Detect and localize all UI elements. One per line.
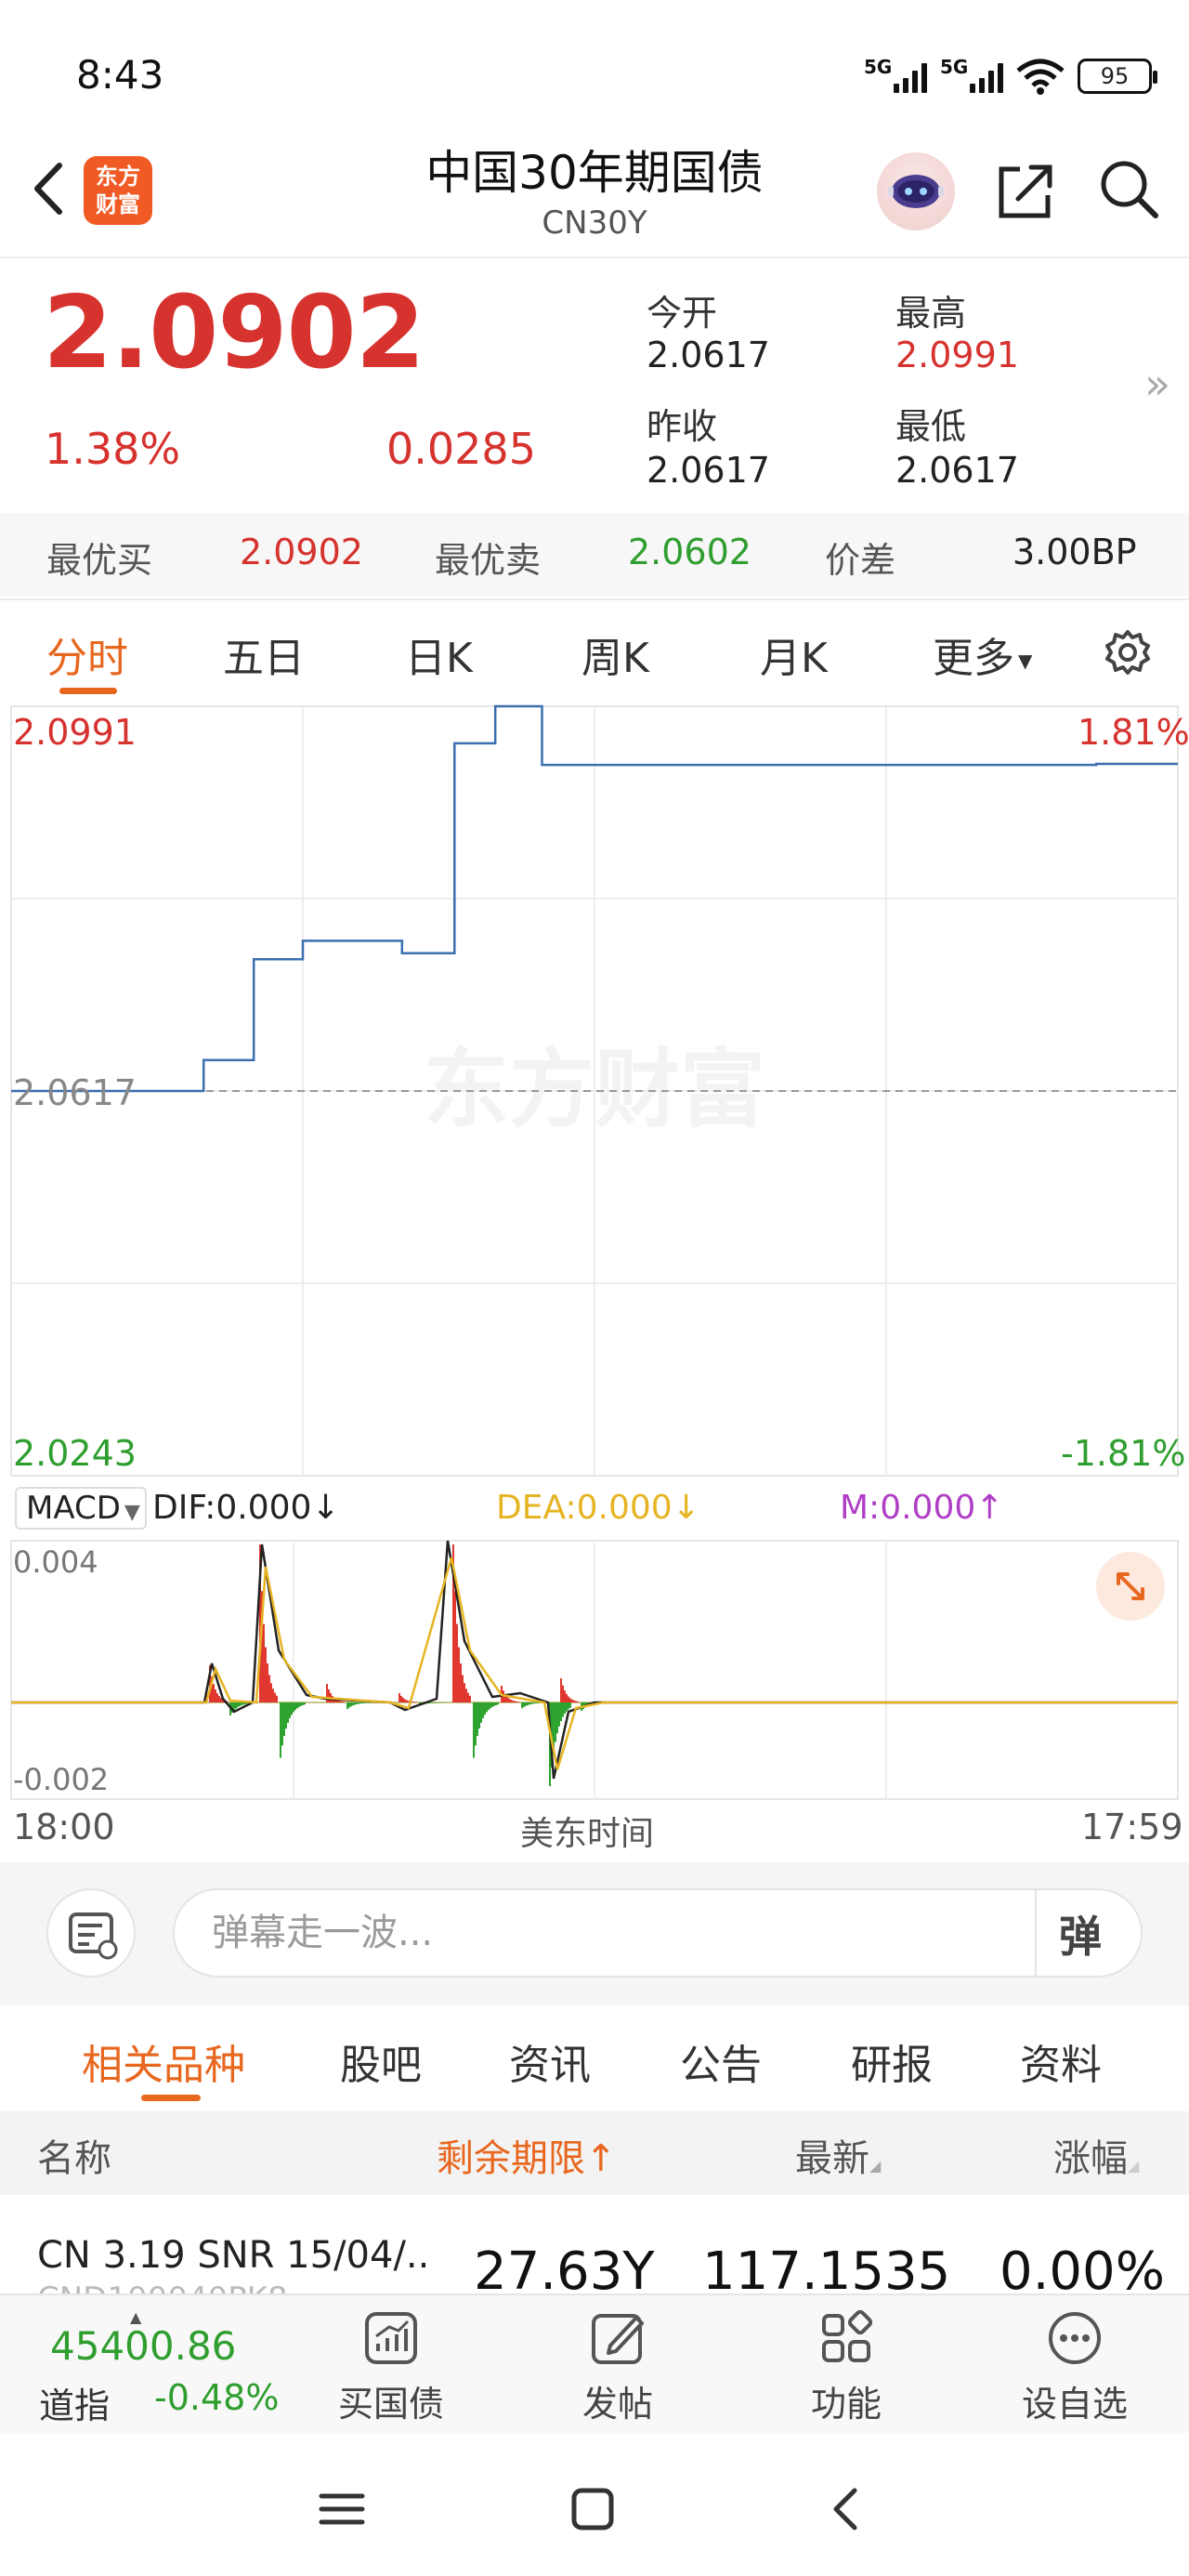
nav-back-icon[interactable] [821,2483,873,2535]
chart-icon [365,2312,417,2364]
high-value: 2.0991 [895,335,1019,375]
functions-button[interactable]: 功能 [777,2308,916,2426]
expand-icon [1117,1572,1144,1600]
signal-icon: 5G [864,56,927,93]
gear-icon[interactable] [1102,626,1154,678]
assistant-robot-icon[interactable] [877,152,955,230]
watermark: 东方财富 [424,1040,765,1139]
sort-corner-icon: ◢ [1128,2157,1140,2175]
pct-axis-top-label: 1.81% [1078,712,1189,753]
high-label: 最高 [895,293,967,334]
tab-research[interactable]: 研报 [851,2031,933,2091]
signal-icon-2: 5G [940,56,1003,93]
indicator-select[interactable]: MACD ▼ [15,1487,147,1530]
divider [0,598,1189,600]
tab-news[interactable]: 资讯 [509,2031,591,2091]
index-change[interactable]: -0.48% [154,2377,279,2418]
time-start-label: 18:00 [13,1807,115,1847]
divider [1035,1890,1037,1976]
col-remaining-term[interactable]: 剩余期限↑ [437,2128,617,2182]
change-percent: 1.38% [45,424,181,474]
timezone-label: 美东时间 [520,1815,655,1853]
bond-name[interactable]: CN 3.19 SNR 15/04/.. [37,2234,429,2277]
danmu-toggle-button[interactable]: 弹 [1059,1903,1102,1965]
time-end-label: 17:59 [1081,1807,1183,1847]
tab-profile[interactable]: 资料 [1020,2031,1102,2091]
tab-more[interactable]: 更多 ▼ [933,624,1032,684]
fullscreen-button[interactable] [1096,1552,1165,1621]
macd-y-bottom-label: -0.002 [13,1762,110,1797]
status-icons: 5G 5G 95 [864,52,1157,100]
low-value: 2.0617 [895,450,1019,491]
grid-icon [822,2309,873,2362]
add-watchlist-button[interactable]: 设自选 [1005,2308,1144,2426]
tab-five-day[interactable]: 五日 [223,624,305,684]
battery-icon: 95 [1078,59,1157,94]
y-axis-mid-label: 2.0617 [13,1072,137,1113]
prev-close-value: 2.0617 [647,450,770,491]
buy-bond-button[interactable]: 买国债 [321,2308,461,2426]
ask-label: 最优卖 [435,540,542,581]
caret-down-icon: ▼ [124,1501,140,1524]
index-value[interactable]: 45400.86 [50,2323,236,2369]
divider [0,256,1189,258]
change-value: 0.0285 [386,424,536,474]
home-icon[interactable] [567,2483,619,2535]
bid-value: 2.0902 [240,532,363,572]
tab-announcements[interactable]: 公告 [680,2031,762,2091]
col-latest[interactable]: 最新◢ [795,2128,881,2182]
prev-close-label: 昨收 [647,406,718,447]
expand-quote-icon[interactable]: » [1144,359,1170,409]
y-axis-bottom-label: 2.0243 [13,1433,137,1474]
tab-weekly-k[interactable]: 周K [581,624,649,684]
bid-label: 最优买 [46,540,153,581]
spread-value: 3.00BP [1013,532,1137,572]
danmu-icon [69,1912,118,1960]
status-time: 8:43 [76,52,164,98]
tab-related[interactable]: 相关品种 [82,2031,245,2091]
bidask-row [0,513,1189,597]
macd-dea: DEA:0.000↓ [496,1489,700,1527]
danmu-input[interactable]: 弹幕走一波... [173,1888,1143,1978]
tab-intraday[interactable]: 分时 [46,624,128,684]
col-name[interactable]: 名称 [37,2128,111,2182]
post-button[interactable]: 发帖 [548,2308,687,2426]
tab-daily-k[interactable]: 日K [405,624,473,684]
macd-y-top-label: 0.004 [13,1544,98,1580]
danmu-settings-button[interactable] [46,1888,136,1978]
menu-icon[interactable] [316,2483,368,2535]
low-label: 最低 [895,406,967,447]
search-icon[interactable] [1096,156,1161,221]
sort-corner-icon: ◢ [869,2157,882,2175]
ask-value: 2.0602 [628,532,751,572]
y-axis-top-label: 2.0991 [13,712,137,753]
caret-down-icon: ▼ [1018,650,1033,672]
share-icon[interactable] [992,158,1057,223]
pct-axis-bottom-label: -1.81% [1061,1433,1186,1474]
macd-dif: DIF:0.000↓ [152,1489,340,1527]
open-value: 2.0617 [647,335,770,375]
edit-icon [592,2314,644,2364]
intraday-chart[interactable]: 东方财富 [0,704,1189,1479]
tab-forum[interactable]: 股吧 [340,2031,422,2091]
spread-label: 价差 [825,540,896,581]
last-price: 2.0902 [43,275,425,391]
macd-chart[interactable] [0,1539,1189,1803]
open-label: 今开 [647,293,718,334]
sort-arrow-icon: ↑ [585,2137,617,2180]
active-tab-indicator [141,2095,201,2101]
active-tab-indicator [59,688,117,694]
col-change[interactable]: 涨幅◢ [1053,2128,1139,2182]
more-dots-icon [1049,2312,1101,2364]
index-name[interactable]: 道指 [39,2377,110,2428]
tab-monthly-k[interactable]: 月K [760,624,828,684]
macd-m: M:0.000↑ [840,1489,1004,1527]
wifi-icon [1016,59,1065,95]
